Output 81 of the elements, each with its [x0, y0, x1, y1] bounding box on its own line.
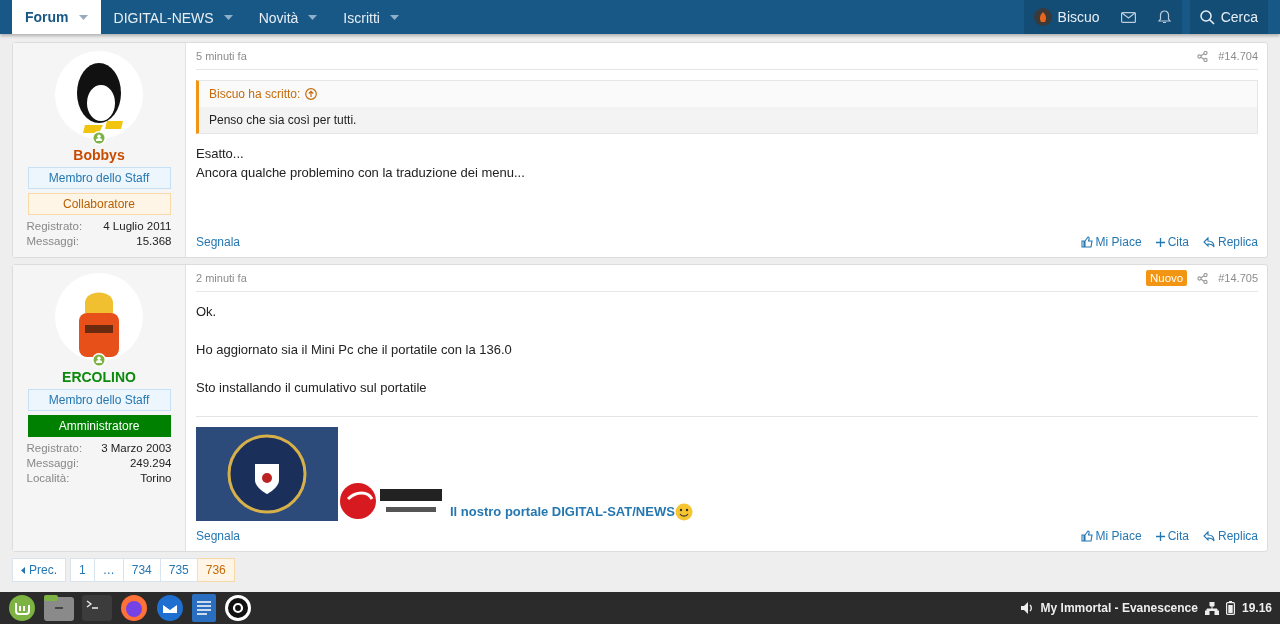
avatar[interactable]	[55, 51, 143, 139]
mail-icon[interactable]	[1120, 11, 1136, 23]
portal-link[interactable]: Il nostro portale DIGITAL-SAT/NEWS	[450, 504, 675, 519]
network-icon[interactable]	[1204, 601, 1219, 615]
smiley-icon	[674, 503, 693, 521]
clock: 19.16	[1241, 601, 1272, 615]
reply-button[interactable]: Replica	[1202, 235, 1258, 249]
page-link[interactable]: 736	[197, 558, 235, 582]
new-badge: Nuovo	[1146, 270, 1188, 286]
reply-button[interactable]: Replica	[1202, 529, 1258, 543]
caret-icon	[78, 14, 88, 20]
post-time[interactable]: 5 minuti fa	[196, 50, 247, 62]
post-text: Ok.	[196, 303, 218, 321]
page-link[interactable]: 734	[123, 558, 161, 582]
page-link[interactable]: 1	[70, 558, 95, 582]
stat-label: Messaggi:	[26, 234, 79, 249]
account-button[interactable]: Biscuo	[1023, 0, 1110, 34]
terminal-icon[interactable]	[82, 595, 112, 621]
caret-icon	[308, 15, 318, 20]
search-icon	[1199, 9, 1215, 25]
stat-value: Torino	[140, 471, 172, 486]
quote-button[interactable]: Cita	[1155, 529, 1189, 543]
report-link[interactable]: Segnala	[196, 235, 241, 249]
quote-text: Penso che sia così per tutti.	[209, 113, 357, 127]
caret-icon	[389, 15, 399, 20]
stat-label: Registrato:	[26, 441, 83, 456]
page-link[interactable]: …	[94, 558, 124, 582]
quote-author[interactable]: Biscuo ha scritto:	[209, 87, 301, 101]
plus-icon	[1155, 237, 1165, 247]
nav-tab[interactable]: Iscritti	[330, 1, 412, 34]
speaker-icon[interactable]	[1020, 602, 1034, 614]
user-title-banner: Amministratore	[27, 415, 171, 437]
battery-icon[interactable]	[1225, 601, 1235, 615]
plus-icon	[1155, 531, 1165, 541]
post-number[interactable]: #14.704	[1218, 50, 1258, 62]
user-title-banner: Membro dello Staff	[27, 389, 171, 411]
stat-label: Località:	[26, 471, 70, 486]
stat-value: 15.368	[136, 234, 172, 249]
page-link[interactable]: 735	[160, 558, 198, 582]
report-link[interactable]: Segnala	[196, 529, 241, 543]
quote-button[interactable]: Cita	[1155, 235, 1189, 249]
username-link[interactable]: ERCOLINO	[62, 369, 136, 385]
reply-arrow-icon	[1202, 530, 1215, 542]
username-link[interactable]: Bobbys	[73, 147, 125, 163]
stat-value: 4 Luglio 2011	[103, 219, 172, 234]
arrow-up-circle-icon[interactable]	[305, 88, 318, 100]
nav-tab[interactable]: DIGITAL-NEWS	[100, 1, 246, 34]
like-button[interactable]: Mi Piace	[1080, 235, 1142, 249]
user-title-banner: Collaboratore	[27, 193, 171, 215]
post-number[interactable]: #14.705	[1218, 272, 1258, 284]
search-button[interactable]: Cerca	[1189, 0, 1268, 34]
avatar[interactable]	[55, 273, 143, 361]
post-time[interactable]: 2 minuti fa	[196, 272, 247, 284]
caret-icon	[21, 566, 25, 574]
stat-label: Registrato:	[26, 219, 83, 234]
share-icon[interactable]	[1197, 50, 1209, 62]
thumbs-up-icon	[1080, 236, 1093, 248]
avatar	[1033, 8, 1052, 26]
document-icon[interactable]	[192, 594, 216, 622]
app-icon[interactable]	[224, 594, 252, 622]
now-playing-text: My Immortal - Evanescence	[1040, 601, 1198, 615]
like-button[interactable]: Mi Piace	[1080, 529, 1142, 543]
bell-icon[interactable]	[1157, 10, 1171, 24]
nav-tab[interactable]: Novità	[245, 1, 331, 34]
caret-icon	[223, 15, 233, 20]
browser-icon[interactable]	[120, 594, 148, 622]
stat-value: 3 Marzo 2003	[101, 441, 172, 456]
reply-arrow-icon	[1202, 236, 1215, 248]
share-icon[interactable]	[1197, 272, 1209, 284]
folder-icon[interactable]	[44, 595, 74, 621]
stat-label: Messaggi:	[26, 456, 79, 471]
mail-client-icon[interactable]	[156, 594, 184, 622]
stat-value: 249.294	[129, 456, 172, 471]
user-title-banner: Membro dello Staff	[27, 167, 171, 189]
post-text: Ho aggiornato sia il Mini Pc che il portatile con la 136.0	[196, 341, 513, 359]
menu-icon[interactable]	[8, 594, 36, 622]
post-text: Esatto... Ancora qualche problemino con la traduzione dei menu...	[196, 145, 526, 182]
thumbs-up-icon	[1080, 530, 1093, 542]
previous-page-button[interactable]: Prec.	[12, 558, 66, 582]
nav-tab[interactable]: Forum	[12, 0, 101, 34]
post-text: Sto installando il cumulativo sul portatile	[196, 379, 428, 397]
